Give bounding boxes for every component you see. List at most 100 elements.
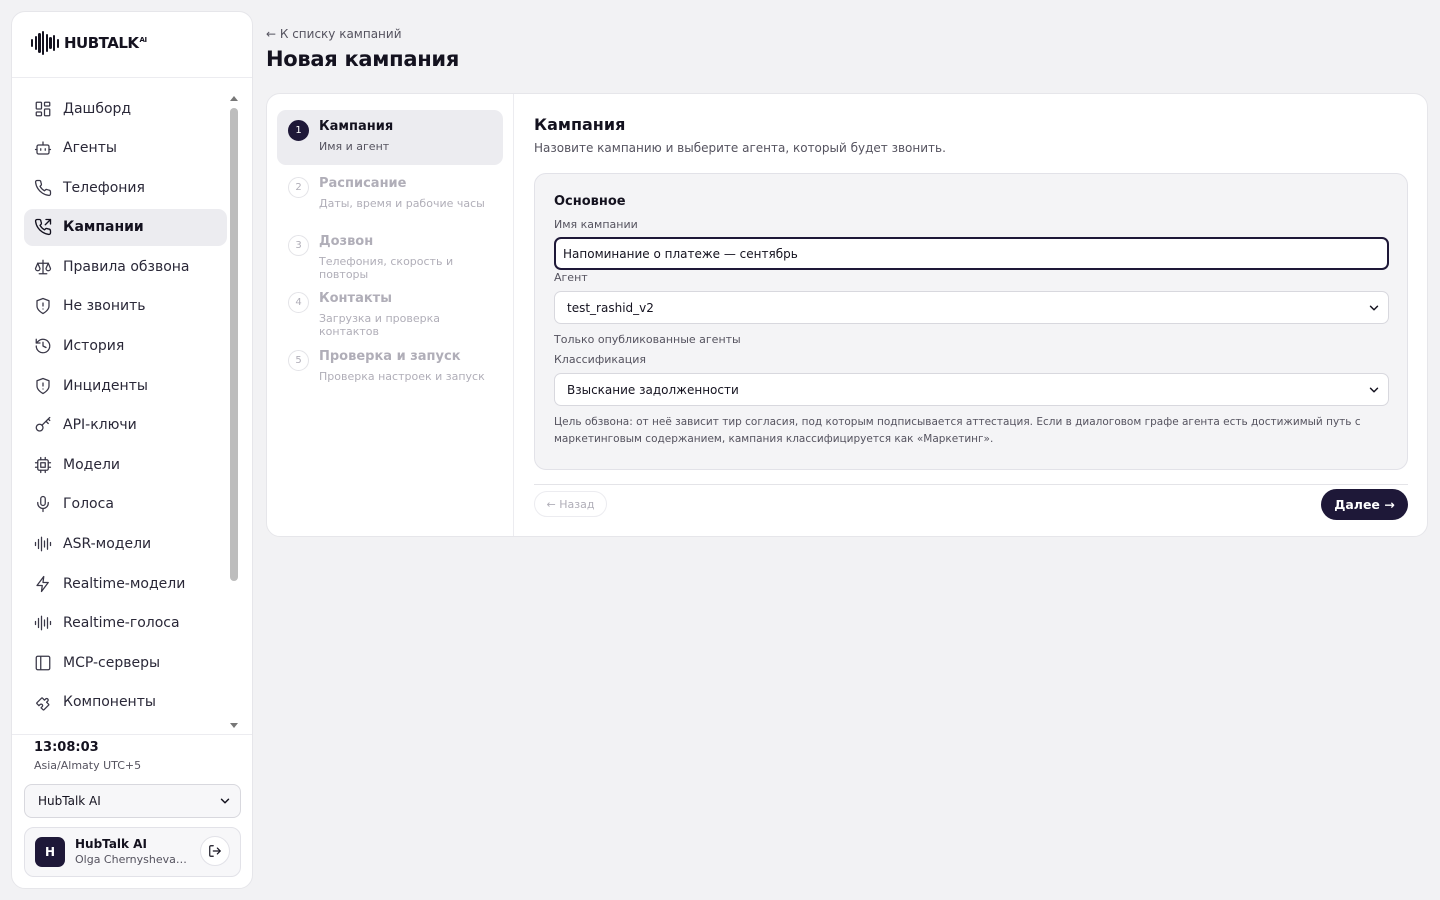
sidebar-item-label: Инциденты (63, 377, 148, 394)
key-icon (35, 417, 51, 432)
sidebar-item-mcp-servers[interactable]: MCP-серверы (24, 644, 227, 681)
user-email: Olga Chernysheva · … (75, 853, 190, 866)
robot-icon (34, 141, 52, 155)
sidebar-item-campaigns[interactable]: Кампании (24, 208, 227, 246)
step-subtitle: Телефония, скорость и повторы (319, 255, 454, 281)
clock: 13:08:03 (34, 740, 99, 755)
timezone: Asia/Almaty UTC+5 (34, 759, 142, 772)
step-review-launch[interactable]: 5 Проверка и запуск Проверка настроек и … (277, 340, 503, 395)
agent-hint: Только опубликованные агенты (554, 333, 741, 346)
shield-icon (36, 298, 50, 315)
mic-icon (37, 496, 49, 513)
chevron-down-icon (1369, 305, 1379, 311)
dashboard-icon (35, 101, 51, 116)
sidebar-item-label: Телефония (63, 179, 145, 196)
sidebar: HUBTALKAI Дашборд Агенты Телефония Кампа… (11, 11, 253, 889)
agent-select[interactable]: test_rashid_v2 (554, 291, 1389, 324)
basic-section: Основное Имя кампании Агент test_rashid_… (534, 173, 1408, 470)
form-footer-divider (534, 484, 1408, 485)
back-to-campaigns-link[interactable]: ← К списку кампаний (266, 27, 402, 41)
sidebar-item-label: Модели (63, 456, 120, 473)
chevron-down-icon (220, 798, 230, 804)
sidebar-item-label: MCP-серверы (63, 654, 161, 671)
step-contacts[interactable]: 4 Контакты Загрузка и проверка контактов (277, 282, 503, 338)
scroll-up-arrow-icon[interactable] (230, 96, 238, 101)
logo-wave-icon (31, 31, 59, 55)
zap-icon (36, 575, 49, 592)
sidebar-item-voices[interactable]: Голоса (24, 486, 227, 523)
sidebar-item-do-not-call[interactable]: Не звонить (24, 288, 227, 325)
page-title: Новая кампания (266, 47, 460, 71)
sidebar-item-label: Realtime-голоса (63, 615, 180, 632)
sidebar-item-components[interactable]: Компоненты (24, 684, 227, 721)
back-button[interactable]: ← Назад (534, 491, 607, 517)
sidebar-divider (12, 734, 252, 735)
step-subtitle: Даты, время и рабочие часы (319, 197, 485, 210)
shield-alert-icon (36, 377, 50, 394)
step-campaign[interactable]: 1 Кампания Имя и агент (277, 110, 503, 165)
puzzle-icon (36, 697, 50, 711)
agent-select-value: test_rashid_v2 (567, 300, 654, 315)
panel-icon (35, 655, 51, 671)
logo-text: HUBTALKAI (64, 34, 147, 52)
org-select[interactable]: HubTalk AI (24, 784, 241, 818)
sidebar-item-dial-rules[interactable]: Правила обзвона (24, 248, 227, 285)
sidebar-item-label: История (63, 338, 125, 355)
sidebar-item-label: Компоненты (63, 694, 156, 711)
sidebar-item-label: ASR-модели (63, 536, 152, 553)
sidebar-item-dashboard[interactable]: Дашборд (24, 90, 227, 127)
chevron-down-icon (1369, 387, 1379, 393)
step-number: 5 (288, 350, 309, 371)
sidebar-item-telephony[interactable]: Телефония (24, 169, 227, 206)
classification-hint: Цель обзвона: от неё зависит тир согласи… (554, 416, 1361, 445)
scroll-down-arrow-icon[interactable] (230, 723, 238, 728)
step-number: 2 (288, 177, 309, 198)
sidebar-scrollbar[interactable] (230, 108, 238, 581)
step-subtitle: Проверка настроек и запуск (319, 370, 485, 383)
step-number: 1 (288, 120, 309, 141)
sidebar-item-history[interactable]: История (24, 328, 227, 365)
next-button[interactable]: Далее → (1321, 489, 1408, 520)
step-title: Кампания (319, 119, 394, 134)
sidebar-item-label: Realtime-модели (63, 575, 186, 592)
sidebar-item-label: Голоса (63, 496, 114, 513)
wizard-steps: 1 Кампания Имя и агент 2 Расписание Даты… (267, 94, 514, 536)
step-schedule[interactable]: 2 Расписание Даты, время и рабочие часы (277, 167, 503, 222)
sidebar-item-models[interactable]: Модели (24, 446, 227, 483)
section-title: Основное (554, 194, 626, 209)
campaign-name-label: Имя кампании (554, 218, 638, 231)
logo[interactable]: HUBTALKAI (31, 31, 147, 55)
sidebar-divider (12, 77, 252, 78)
sidebar-item-realtime-models[interactable]: Realtime-модели (24, 565, 227, 602)
scale-icon (34, 259, 52, 275)
sidebar-item-realtime-voices[interactable]: Realtime-голоса (24, 605, 227, 642)
step-title: Расписание (319, 176, 407, 191)
sidebar-item-incidents[interactable]: Инциденты (24, 367, 227, 404)
step-title: Контакты (319, 291, 392, 306)
audio-lines-icon (34, 536, 52, 552)
sidebar-item-label: Кампании (63, 219, 144, 236)
form-subtitle: Назовите кампанию и выберите агента, кот… (534, 141, 946, 155)
sidebar-item-label: Дашборд (63, 100, 132, 117)
sidebar-item-asr-models[interactable]: ASR-модели (24, 526, 227, 563)
sidebar-item-label: Правила обзвона (63, 258, 190, 275)
step-title: Проверка и запуск (319, 349, 461, 364)
classification-label: Классификация (554, 353, 647, 366)
classification-select-value: Взыскание задолженности (567, 382, 739, 397)
logout-button[interactable] (200, 836, 230, 866)
classification-select[interactable]: Взыскание задолженности (554, 373, 1389, 406)
step-subtitle: Имя и агент (319, 140, 390, 153)
campaign-name-input[interactable] (554, 237, 1389, 270)
sidebar-item-api-keys[interactable]: API-ключи (24, 407, 227, 444)
audio-lines-icon (34, 615, 52, 631)
step-title: Дозвон (319, 234, 374, 249)
sidebar-item-label: Не звонить (63, 298, 146, 315)
user-card: H HubTalk AI Olga Chernysheva · … (24, 827, 241, 877)
sidebar-item-label: API-ключи (63, 417, 137, 434)
step-dialing[interactable]: 3 Дозвон Телефония, скорость и повторы (277, 225, 503, 281)
org-select-value: HubTalk AI (38, 794, 101, 808)
phone-icon (34, 179, 52, 196)
phone-outgoing-icon (34, 219, 52, 236)
step-number: 3 (288, 235, 309, 256)
sidebar-item-agents[interactable]: Агенты (24, 130, 227, 167)
